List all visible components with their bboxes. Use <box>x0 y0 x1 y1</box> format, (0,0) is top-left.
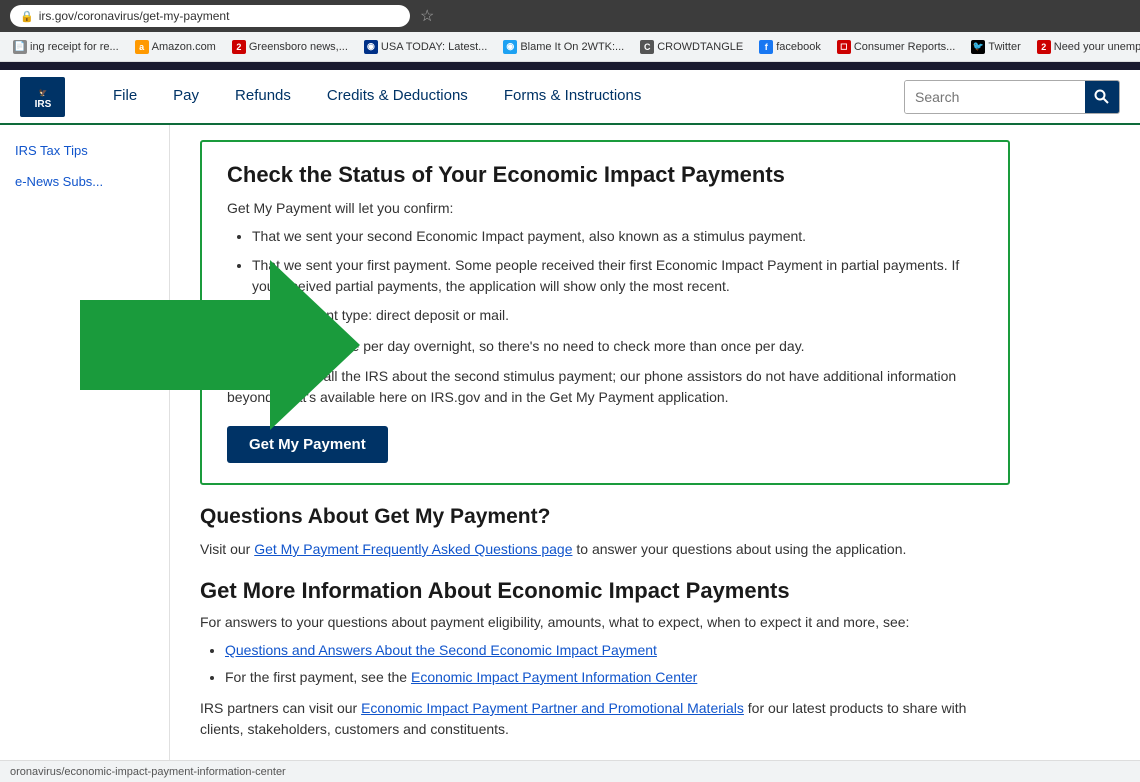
bookmark-label: Need your unempl... <box>1054 41 1140 53</box>
nav-refunds[interactable]: Refunds <box>217 69 309 124</box>
more-bullet-item-2: For the first payment, see the Economic … <box>225 667 1010 688</box>
data-update-text: Data is updated once per day overnight, … <box>227 338 983 354</box>
address-bar[interactable]: 🔒 irs.gov/coronavirus/get-my-payment <box>10 5 410 27</box>
bookmark-greensboro[interactable]: 2 Greensboro news,... <box>227 38 353 56</box>
bookmark-favicon-blame: ◉ <box>503 40 517 54</box>
bookmark-need[interactable]: 2 Need your unempl... <box>1032 38 1140 56</box>
bookmark-label: Twitter <box>988 41 1020 53</box>
more-bullet-item-1: Questions and Answers About the Second E… <box>225 640 1010 661</box>
questions-section-title: Questions About Get My Payment? <box>200 505 1010 529</box>
bookmark-twitter[interactable]: 🐦 Twitter <box>966 38 1025 56</box>
page-layout: IRS Tax Tips e-News Subs... Check the St… <box>0 125 1140 760</box>
second-payment-qa-link[interactable]: Questions and Answers About the Second E… <box>225 642 657 658</box>
bookmark-label: USA TODAY: Latest... <box>381 41 487 53</box>
irs-nav-items: File Pay Refunds Credits & Deductions Fo… <box>95 69 904 124</box>
bookmark-favicon-usatoday: ◉ <box>364 40 378 54</box>
bookmark-label: Amazon.com <box>152 41 216 53</box>
questions-text-after: to answer your questions about using the… <box>573 541 907 557</box>
bookmark-label: facebook <box>776 41 821 53</box>
bullet-item-3: Your payment type: direct deposit or mai… <box>252 305 983 326</box>
bookmark-label: Greensboro news,... <box>249 41 348 53</box>
bookmark-label: CROWDTANGLE <box>657 41 743 53</box>
bookmark-favicon-receipt: 📄 <box>13 40 27 54</box>
bookmark-receipt[interactable]: 📄 ing receipt for re... <box>8 38 124 56</box>
browser-chrome: 🔒 irs.gov/coronavirus/get-my-payment ☆ <box>0 0 1140 32</box>
first-payment-text-before: For the first payment, see the <box>225 669 411 685</box>
more-bullet-list: Questions and Answers About the Second E… <box>225 640 1010 688</box>
bookmark-favicon-twitter: 🐦 <box>971 40 985 54</box>
bookmark-blame[interactable]: ◉ Blame It On 2WTK:... <box>498 38 629 56</box>
bookmark-usatoday[interactable]: ◉ USA TODAY: Latest... <box>359 38 492 56</box>
bookmark-favicon-need: 2 <box>1037 40 1051 54</box>
bookmark-favicon-amazon: a <box>135 40 149 54</box>
confirm-text: Get My Payment will let you confirm: <box>227 200 983 216</box>
search-input[interactable] <box>905 81 1085 113</box>
partners-before: IRS partners can visit our <box>200 700 361 716</box>
bookmark-consumer-reports[interactable]: ◻ Consumer Reports... <box>832 38 960 56</box>
get-my-payment-button[interactable]: Get My Payment <box>227 426 388 463</box>
faq-link[interactable]: Get My Payment Frequently Asked Question… <box>254 541 572 557</box>
sidebar-item-tax-tips[interactable]: IRS Tax Tips <box>0 135 169 166</box>
bookmark-label: ing receipt for re... <box>30 41 119 53</box>
main-content: Check the Status of Your Economic Impact… <box>170 125 1040 760</box>
irs-logo[interactable]: 🦅 IRS <box>20 77 65 117</box>
sidebar: IRS Tax Tips e-News Subs... <box>0 125 170 760</box>
status-box-title: Check the Status of Your Economic Impact… <box>227 162 983 188</box>
status-bar: oronavirus/economic-impact-payment-infor… <box>0 760 1140 782</box>
bookmark-facebook[interactable]: f facebook <box>754 38 826 56</box>
bullet-item-1: That we sent your second Economic Impact… <box>252 226 983 247</box>
status-box: Check the Status of Your Economic Impact… <box>200 140 1010 485</box>
partners-link[interactable]: Economic Impact Payment Partner and Prom… <box>361 700 744 716</box>
nav-pay[interactable]: Pay <box>155 69 217 124</box>
more-info-section: Get More Information About Economic Impa… <box>200 578 1010 740</box>
partners-text: IRS partners can visit our Economic Impa… <box>200 698 1010 740</box>
irs-navigation: 🦅 IRS File Pay Refunds Credits & Deducti… <box>0 70 1140 125</box>
no-call-text: Please do not call the IRS about the sec… <box>227 366 983 408</box>
bookmarks-bar: 📄 ing receipt for re... a Amazon.com 2 G… <box>0 32 1140 62</box>
more-info-title: Get More Information About Economic Impa… <box>200 578 1010 604</box>
bullet-list: That we sent your second Economic Impact… <box>252 226 983 326</box>
lock-icon: 🔒 <box>20 10 34 23</box>
address-text: irs.gov/coronavirus/get-my-payment <box>39 9 230 23</box>
bookmark-favicon-facebook: f <box>759 40 773 54</box>
nav-credits-deductions[interactable]: Credits & Deductions <box>309 69 486 124</box>
svg-text:🦅: 🦅 <box>38 88 47 97</box>
bookmark-favicon-greensboro: 2 <box>232 40 246 54</box>
more-info-intro: For answers to your questions about paym… <box>200 614 1010 630</box>
svg-text:IRS: IRS <box>34 99 51 110</box>
questions-text-before: Visit our <box>200 541 254 557</box>
bookmark-label: Consumer Reports... <box>854 41 955 53</box>
bookmark-favicon-crowdtangle: C <box>640 40 654 54</box>
questions-section-text: Visit our Get My Payment Frequently Aske… <box>200 539 1010 560</box>
nav-file[interactable]: File <box>95 69 155 124</box>
search-button[interactable] <box>1085 80 1119 114</box>
questions-section: Questions About Get My Payment? Visit ou… <box>200 505 1010 560</box>
search-bar <box>904 80 1120 114</box>
bookmark-label: Blame It On 2WTK:... <box>520 41 624 53</box>
bookmark-favicon-cr: ◻ <box>837 40 851 54</box>
bookmark-star-icon[interactable]: ☆ <box>420 6 434 26</box>
bookmark-amazon[interactable]: a Amazon.com <box>130 38 221 56</box>
bullet-item-2: That we sent your first payment. Some pe… <box>252 255 983 297</box>
bookmark-crowdtangle[interactable]: C CROWDTANGLE <box>635 38 748 56</box>
irs-logo-icon: 🦅 IRS <box>20 77 65 117</box>
information-center-link[interactable]: Economic Impact Payment Information Cent… <box>411 669 697 685</box>
status-url: oronavirus/economic-impact-payment-infor… <box>10 766 286 778</box>
sidebar-item-enews[interactable]: e-News Subs... <box>0 166 169 197</box>
nav-forms-instructions[interactable]: Forms & Instructions <box>486 69 660 124</box>
